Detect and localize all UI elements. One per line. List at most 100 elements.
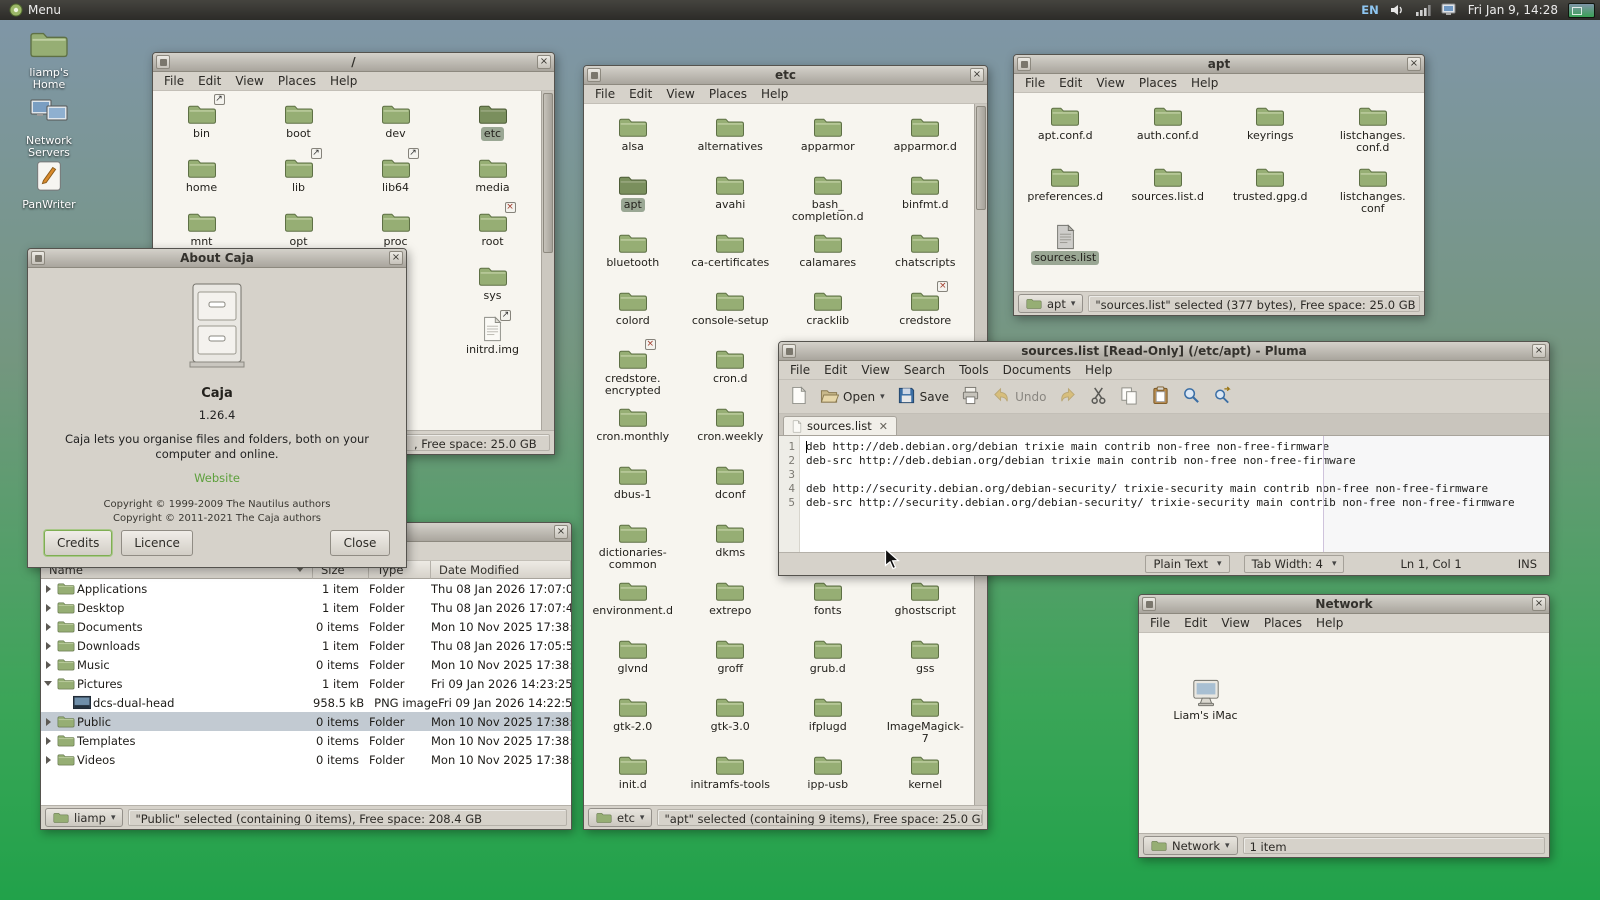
icon-chatscripts[interactable]: chatscripts: [877, 228, 975, 286]
location-button[interactable]: Network▾: [1143, 836, 1238, 855]
icon-grub.d[interactable]: grub.​d: [779, 634, 877, 692]
close-icon[interactable]: ×: [1532, 597, 1546, 611]
expander-collapsed-icon[interactable]: [41, 604, 55, 612]
toolbar-new-document-button[interactable]: [784, 382, 813, 412]
icon-initrd.img[interactable]: ↗initrd.​img: [444, 315, 541, 369]
list-row-desktop[interactable]: Desktop1 itemFolderThu 08 Jan 2026 17:07…: [41, 598, 571, 617]
icon-environment.d[interactable]: environment.​d: [584, 576, 682, 634]
volume-icon[interactable]: [1389, 3, 1405, 17]
menu-file[interactable]: File: [783, 362, 817, 378]
icon-fonts[interactable]: fonts: [779, 576, 877, 634]
location-button[interactable]: etc▾: [588, 808, 652, 827]
icon-initramfs-tools[interactable]: initramfs-​tools: [682, 750, 780, 805]
menu-view[interactable]: View: [1214, 615, 1256, 631]
icon-cracklib[interactable]: cracklib: [779, 286, 877, 344]
toolbar-find-button[interactable]: [1177, 382, 1206, 412]
close-icon[interactable]: ×: [389, 251, 403, 265]
location-button[interactable]: apt▾: [1018, 294, 1083, 313]
window-menu-button[interactable]: [31, 251, 45, 265]
column-header-date[interactable]: Date Modified: [431, 561, 571, 579]
toolbar-paste-button[interactable]: [1146, 382, 1175, 412]
icon-lib[interactable]: ↗lib: [250, 153, 347, 207]
icon-ImageMagick-7[interactable]: ImageMagick-​7: [877, 692, 975, 750]
list-row-videos[interactable]: Videos0 itemsFolderMon 10 Nov 2025 17:38…: [41, 750, 571, 769]
icon-ipp-usb[interactable]: ipp-​usb: [779, 750, 877, 805]
menu-edit[interactable]: Edit: [1177, 615, 1214, 631]
licence-button[interactable]: Licence: [121, 530, 193, 556]
tab-width-dropdown[interactable]: Tab Width: 4▾: [1244, 555, 1345, 573]
applications-menu[interactable]: Menu: [0, 0, 70, 20]
icon-ca-certificates[interactable]: ca-​certificates: [682, 228, 780, 286]
menu-help[interactable]: Help: [754, 86, 795, 102]
location-button[interactable]: liamp▾: [45, 808, 123, 827]
icon-root[interactable]: ×root: [444, 207, 541, 261]
icon-binfmt.d[interactable]: binfmt.​d: [877, 170, 975, 228]
menu-file[interactable]: File: [1143, 615, 1177, 631]
list-row-pictures[interactable]: Pictures1 itemFolderFri 09 Jan 2026 14:2…: [41, 674, 571, 693]
titlebar[interactable]: apt ×: [1014, 55, 1424, 74]
menu-edit[interactable]: Edit: [622, 86, 659, 102]
menu-file[interactable]: File: [588, 86, 622, 102]
menu-view[interactable]: View: [659, 86, 701, 102]
icon-auth.conf.d[interactable]: auth.​conf.​d: [1117, 101, 1220, 162]
icon-sources.list.d[interactable]: sources.​list.​d: [1117, 162, 1220, 223]
menu-file[interactable]: File: [1018, 75, 1052, 91]
expander-collapsed-icon[interactable]: [41, 661, 55, 669]
menu-places[interactable]: Places: [1132, 75, 1184, 91]
icon-preferences.d[interactable]: preferences.​d: [1014, 162, 1117, 223]
icon-init.d[interactable]: init.​d: [584, 750, 682, 805]
close-icon[interactable]: ×: [970, 68, 984, 82]
icon-dkms[interactable]: dkms: [682, 518, 780, 576]
icon-trusted.gpg.d[interactable]: trusted.​gpg.​d: [1219, 162, 1322, 223]
website-link[interactable]: Website: [194, 471, 240, 485]
icon-Liam's iMac[interactable]: Liam's iMac: [1153, 681, 1258, 723]
icon-gtk-2.0[interactable]: gtk-​2.​0: [584, 692, 682, 750]
icon-bash_completion.d[interactable]: bash_​completion.​d: [779, 170, 877, 228]
close-icon[interactable]: ×: [1532, 344, 1546, 358]
titlebar[interactable]: / ×: [153, 53, 554, 72]
titlebar[interactable]: sources.list [Read-Only] (/etc/apt) - Pl…: [779, 342, 1549, 361]
scrollbar-thumb[interactable]: [976, 106, 986, 210]
window-menu-button[interactable]: [587, 68, 601, 82]
menu-edit[interactable]: Edit: [1052, 75, 1089, 91]
icon-bluetooth[interactable]: bluetooth: [584, 228, 682, 286]
icon-ghostscript[interactable]: ghostscript: [877, 576, 975, 634]
icon-dconf[interactable]: dconf: [682, 460, 780, 518]
menu-tools[interactable]: Tools: [952, 362, 996, 378]
toolbar-cut-button[interactable]: [1084, 382, 1113, 412]
icon-glvnd[interactable]: glvnd: [584, 634, 682, 692]
menu-places[interactable]: Places: [1257, 615, 1309, 631]
icon-credstore[interactable]: ×credstore: [877, 286, 975, 344]
expander-collapsed-icon[interactable]: [41, 642, 55, 650]
icon-apt[interactable]: apt: [584, 170, 682, 228]
keyboard-layout-indicator[interactable]: EN: [1361, 3, 1378, 17]
menu-search[interactable]: Search: [897, 362, 952, 378]
tab-close-icon[interactable]: ✕: [877, 420, 888, 433]
window-menu-button[interactable]: [782, 344, 796, 358]
icon-colord[interactable]: colord: [584, 286, 682, 344]
icon-dictionaries-common[interactable]: dictionaries-​common: [584, 518, 682, 576]
icon-ifplugd[interactable]: ifplugd: [779, 692, 877, 750]
icon-media[interactable]: media: [444, 153, 541, 207]
icon-cron.weekly[interactable]: cron.​weekly: [682, 402, 780, 460]
icon-apparmor.d[interactable]: apparmor.​d: [877, 112, 975, 170]
icon-apt.conf.d[interactable]: apt.​conf.​d: [1014, 101, 1117, 162]
menu-documents[interactable]: Documents: [996, 362, 1078, 378]
list-row-applications[interactable]: Applications1 itemFolderThu 08 Jan 2026 …: [41, 579, 571, 598]
menu-help[interactable]: Help: [1309, 615, 1350, 631]
clock[interactable]: Fri Jan 9, 14:28: [1468, 3, 1558, 17]
menu-help[interactable]: Help: [1078, 362, 1119, 378]
menu-help[interactable]: Help: [323, 73, 364, 89]
icon-credstore.encrypted[interactable]: ×credstore.​encrypted: [584, 344, 682, 402]
window-menu-button[interactable]: [1142, 597, 1156, 611]
icon-calamares[interactable]: calamares: [779, 228, 877, 286]
display-icon[interactable]: [1441, 3, 1458, 17]
expander-collapsed-icon[interactable]: [41, 737, 55, 745]
close-button[interactable]: Close: [330, 530, 390, 556]
list-row-templates[interactable]: Templates0 itemsFolderMon 10 Nov 2025 17…: [41, 731, 571, 750]
icon-gtk-3.0[interactable]: gtk-​3.​0: [682, 692, 780, 750]
icon-alternatives[interactable]: alternatives: [682, 112, 780, 170]
expander-collapsed-icon[interactable]: [41, 718, 55, 726]
desktop-icon-panwriter[interactable]: PanWriter: [9, 160, 89, 211]
icon-groff[interactable]: groff: [682, 634, 780, 692]
